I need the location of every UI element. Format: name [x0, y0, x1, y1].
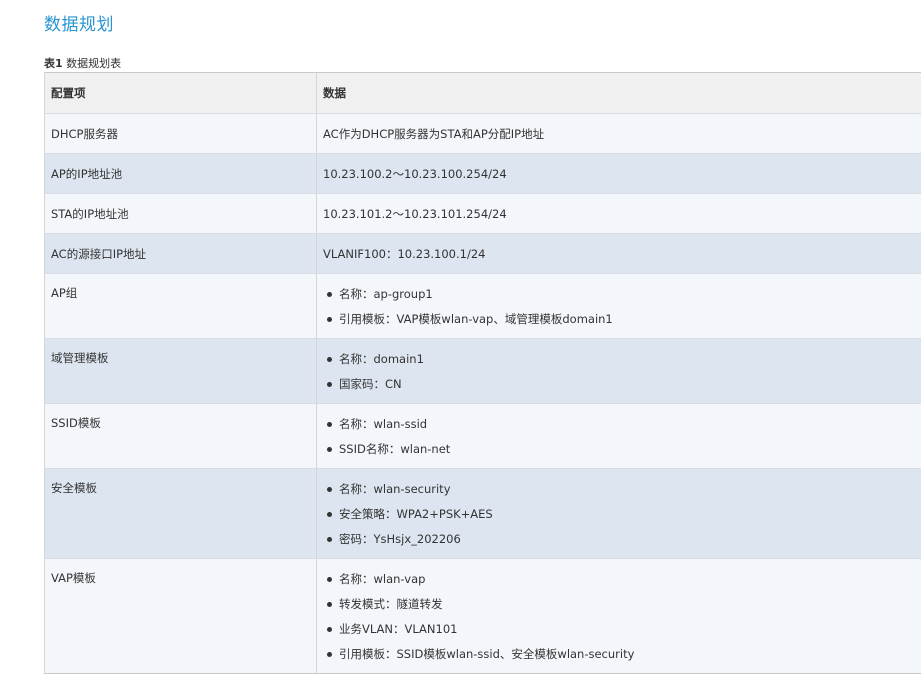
row-value: 名称：ap-group1 引用模板：VAP模板wlan-vap、域管理模板dom… — [317, 274, 921, 338]
list-item: 名称：wlan-security — [325, 477, 921, 502]
row-item: SSID模板 — [45, 404, 317, 468]
list-item: 国家码：CN — [325, 372, 921, 397]
document-page: 数据规划 表1 数据规划表 配置项 数据 DHCP服务器 AC作为DHCP服务器… — [0, 0, 921, 691]
row-value: 10.23.101.2～10.23.101.254/24 — [323, 206, 507, 221]
data-planning-table: 配置项 数据 DHCP服务器 AC作为DHCP服务器为STA和AP分配IP地址 … — [44, 72, 921, 674]
table-caption-text: 数据规划表 — [66, 57, 122, 70]
table-row: SSID模板 名称：wlan-ssid SSID名称：wlan-net — [45, 404, 921, 469]
bullet-list: 名称：ap-group1 引用模板：VAP模板wlan-vap、域管理模板dom… — [323, 282, 921, 332]
table-row: 域管理模板 名称：domain1 国家码：CN — [45, 339, 921, 404]
list-item: 名称：wlan-vap — [325, 567, 921, 592]
row-value: 名称：wlan-ssid SSID名称：wlan-net — [317, 404, 921, 468]
list-item: 转发模式：隧道转发 — [325, 592, 921, 617]
row-value: VLANIF100：10.23.100.1/24 — [323, 246, 486, 261]
row-item: 域管理模板 — [45, 339, 317, 403]
row-value: AC作为DHCP服务器为STA和AP分配IP地址 — [323, 126, 545, 141]
list-item: 安全策略：WPA2+PSK+AES — [325, 502, 921, 527]
row-value: 名称：wlan-security 安全策略：WPA2+PSK+AES 密码：Ys… — [317, 469, 921, 558]
row-value: 名称：domain1 国家码：CN — [317, 339, 921, 403]
bullet-list: 名称：domain1 国家码：CN — [323, 347, 921, 397]
row-item: DHCP服务器 — [45, 114, 317, 153]
table-row: VAP模板 名称：wlan-vap 转发模式：隧道转发 业务VLAN：VLAN1… — [45, 559, 921, 673]
row-item: VAP模板 — [45, 559, 317, 673]
table-header-row: 配置项 数据 — [45, 73, 921, 114]
bullet-list: 名称：wlan-ssid SSID名称：wlan-net — [323, 412, 921, 462]
list-item: 名称：wlan-ssid — [325, 412, 921, 437]
list-item: SSID名称：wlan-net — [325, 437, 921, 462]
row-value: 10.23.100.2～10.23.100.254/24 — [323, 166, 507, 181]
table-caption: 表1 数据规划表 — [44, 55, 121, 71]
list-item: 引用模板：SSID模板wlan-ssid、安全模板wlan-security — [325, 642, 921, 667]
page-title: 数据规划 — [44, 15, 114, 35]
list-item: 引用模板：VAP模板wlan-vap、域管理模板domain1 — [325, 307, 921, 332]
row-item: AP组 — [45, 274, 317, 338]
row-value: 名称：wlan-vap 转发模式：隧道转发 业务VLAN：VLAN101 引用模… — [317, 559, 921, 673]
header-data: 数据 — [323, 86, 346, 100]
table-row: AP的IP地址池 10.23.100.2～10.23.100.254/24 — [45, 154, 921, 194]
list-item: 密码：YsHsjx_202206 — [325, 527, 921, 552]
bullet-list: 名称：wlan-vap 转发模式：隧道转发 业务VLAN：VLAN101 引用模… — [323, 567, 921, 667]
header-config-item: 配置项 — [45, 73, 317, 113]
row-item: AC的源接口IP地址 — [45, 234, 317, 273]
table-row: 安全模板 名称：wlan-security 安全策略：WPA2+PSK+AES … — [45, 469, 921, 559]
list-item: 名称：domain1 — [325, 347, 921, 372]
table-row: STA的IP地址池 10.23.101.2～10.23.101.254/24 — [45, 194, 921, 234]
table-caption-number: 表1 — [44, 57, 63, 70]
bullet-list: 名称：wlan-security 安全策略：WPA2+PSK+AES 密码：Ys… — [323, 477, 921, 552]
row-item: 安全模板 — [45, 469, 317, 558]
list-item: 名称：ap-group1 — [325, 282, 921, 307]
list-item: 业务VLAN：VLAN101 — [325, 617, 921, 642]
row-item: STA的IP地址池 — [45, 194, 317, 233]
row-item: AP的IP地址池 — [45, 154, 317, 193]
table-row: AC的源接口IP地址 VLANIF100：10.23.100.1/24 — [45, 234, 921, 274]
table-row: AP组 名称：ap-group1 引用模板：VAP模板wlan-vap、域管理模… — [45, 274, 921, 339]
table-row: DHCP服务器 AC作为DHCP服务器为STA和AP分配IP地址 — [45, 114, 921, 154]
